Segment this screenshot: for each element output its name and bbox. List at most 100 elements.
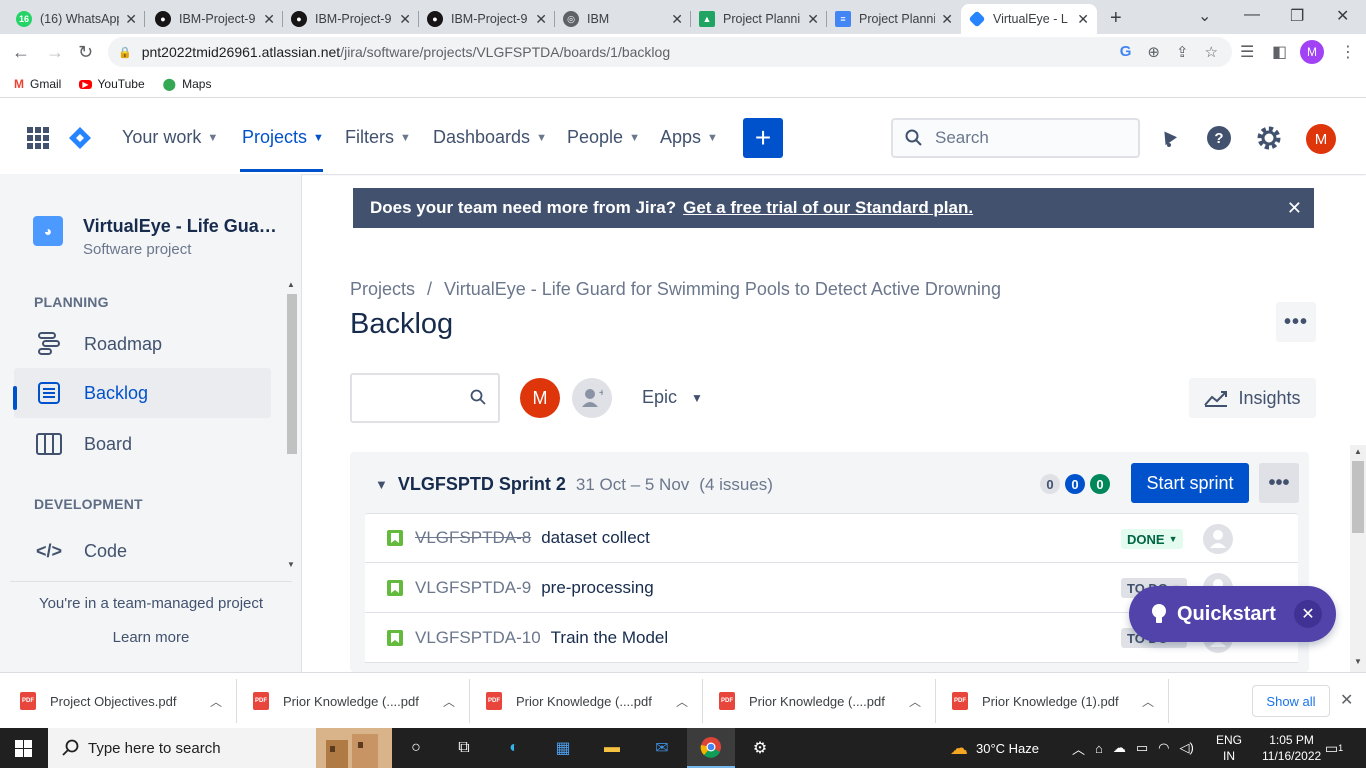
breadcrumb-project[interactable]: VirtualEye - Life Guard for Swimming Poo… [444, 279, 1001, 300]
forward-button[interactable]: → [46, 42, 64, 63]
chevron-up-icon[interactable]: ︿ [443, 693, 455, 710]
download-item[interactable]: PDF Prior Knowledge (....pdf ︿ [253, 673, 469, 729]
close-tab-icon[interactable]: ✕ [125, 11, 137, 28]
browser-tab[interactable]: ● IBM-Project-9 ✕ [147, 4, 283, 34]
cloud-icon[interactable]: ☁ [1113, 740, 1126, 756]
scroll-down-icon[interactable]: ▼ [287, 560, 295, 569]
epic-filter-dropdown[interactable]: Epic ▼ [642, 387, 703, 408]
show-all-downloads-button[interactable]: Show all [1252, 685, 1330, 717]
notifications-center-icon[interactable]: ▭ 1 [1322, 736, 1346, 760]
close-tab-icon[interactable]: ✕ [941, 11, 953, 28]
backlog-search-input[interactable] [350, 373, 500, 423]
learn-more-link[interactable]: Learn more [10, 629, 292, 646]
sprint-header[interactable]: ▼ VLGFSPTD Sprint 2 31 Oct – 5 Nov (4 is… [375, 474, 773, 495]
nav-your-work[interactable]: Your work ▼ [122, 127, 218, 148]
close-banner-icon[interactable]: ✕ [1287, 198, 1302, 219]
scroll-thumb[interactable] [287, 294, 297, 454]
insights-button[interactable]: Insights [1189, 378, 1316, 418]
sidebar-scrollbar[interactable]: ▲ ▼ [285, 278, 299, 574]
bookmark-gmail[interactable]: M Gmail [14, 77, 61, 91]
bookmark-youtube[interactable]: ▶ YouTube [79, 77, 145, 91]
close-tab-icon[interactable]: ✕ [263, 11, 275, 28]
network-icon[interactable]: ⌂ [1095, 741, 1103, 756]
notifications-icon[interactable] [1156, 125, 1182, 151]
back-button[interactable]: ← [12, 42, 30, 63]
create-button[interactable]: + [743, 118, 783, 158]
close-tab-icon[interactable]: ✕ [671, 11, 683, 28]
volume-icon[interactable]: ◁) [1180, 740, 1194, 756]
store-icon[interactable]: ▦ [551, 736, 575, 760]
scroll-down-icon[interactable]: ▼ [1354, 657, 1362, 666]
scroll-up-icon[interactable]: ▲ [1354, 447, 1362, 456]
chevron-up-icon[interactable]: ︿ [1142, 693, 1154, 710]
sidebar-item-board[interactable]: Board [14, 419, 271, 469]
add-people-icon[interactable]: + [572, 378, 612, 418]
chevron-up-icon[interactable]: ︿ [1072, 739, 1085, 758]
nav-dashboards[interactable]: Dashboards ▼ [433, 127, 547, 148]
project-header[interactable]: ◕ VirtualEye - Life Guard... Software pr… [33, 216, 278, 258]
close-quickstart-icon[interactable]: ✕ [1294, 600, 1322, 628]
issue-key[interactable]: VLGFSPTDA-10 [415, 628, 541, 648]
browser-tab[interactable]: ● IBM-Project-9 ✕ [419, 4, 555, 34]
browser-tab[interactable]: ≡ Project Planni ✕ [827, 4, 961, 34]
share-icon[interactable]: ⇪ [1176, 43, 1189, 61]
url-field[interactable]: 🔒 pnt2022tmid26961.atlassian.net/jira/so… [108, 37, 1232, 67]
download-item[interactable]: PDF Prior Knowledge (1).pdf ︿ [952, 673, 1168, 729]
taskbar-search[interactable]: Type here to search [48, 728, 392, 768]
assignee-avatar[interactable] [1203, 524, 1233, 554]
file-explorer-icon[interactable]: ▬ [600, 736, 624, 760]
browser-tab[interactable]: ◎ IBM ✕ [555, 4, 691, 34]
windows-start-icon[interactable] [15, 740, 32, 757]
close-window-button[interactable]: ✕ [1336, 6, 1349, 26]
search-input[interactable] [935, 128, 1115, 148]
google-lens-icon[interactable]: G [1120, 43, 1132, 61]
chevron-down-icon[interactable]: ▼ [375, 477, 388, 492]
wifi-icon[interactable]: ◠ [1158, 740, 1169, 756]
issue-row[interactable]: VLGFSPTDA-8 dataset collect DONE ▼ [365, 513, 1298, 563]
browser-menu-icon[interactable]: ⋮ [1340, 42, 1356, 62]
scroll-up-icon[interactable]: ▲ [287, 280, 295, 289]
sprint-more-button[interactable]: ••• [1259, 463, 1299, 503]
main-scrollbar[interactable]: ▲ ▼ [1350, 445, 1366, 672]
help-icon[interactable]: ? [1206, 125, 1232, 151]
maximize-button[interactable]: ❐ [1290, 6, 1304, 26]
browser-profile-avatar[interactable]: M [1300, 40, 1324, 64]
issue-key[interactable]: VLGFSPTDA-8 [415, 528, 531, 548]
close-tab-icon[interactable]: ✕ [1077, 11, 1089, 28]
reading-list-icon[interactable]: ☰ [1240, 42, 1254, 62]
start-sprint-button[interactable]: Start sprint [1131, 463, 1249, 503]
weather-widget[interactable]: ☁ 30°C Haze [950, 728, 1039, 768]
scroll-thumb[interactable] [1352, 461, 1364, 533]
browser-tab[interactable]: ● IBM-Project-9 ✕ [283, 4, 419, 34]
mail-icon[interactable]: ✉ [650, 736, 674, 760]
edge-icon[interactable]: ◐ [502, 736, 526, 760]
jira-search-field[interactable] [891, 118, 1140, 158]
issue-key[interactable]: VLGFSPTDA-9 [415, 578, 531, 598]
browser-tab[interactable]: ▲ Project Planni ✕ [691, 4, 827, 34]
clock[interactable]: 1:05 PM 11/16/2022 [1262, 732, 1321, 764]
nav-people[interactable]: People ▼ [567, 127, 640, 148]
reload-button[interactable]: ↻ [78, 42, 93, 63]
minimize-button[interactable]: — [1244, 6, 1260, 24]
browser-tab-active[interactable]: VirtualEye - L ✕ [961, 4, 1097, 34]
bookmark-maps[interactable]: ⬤ Maps [163, 77, 212, 91]
new-tab-button[interactable]: + [1110, 7, 1122, 30]
settings-gear-icon[interactable] [1256, 125, 1282, 151]
download-item[interactable]: PDF Prior Knowledge (....pdf ︿ [486, 673, 702, 729]
more-actions-button[interactable]: ••• [1276, 302, 1316, 342]
settings-gear-icon[interactable]: ⚙ [748, 736, 772, 760]
nav-apps[interactable]: Apps ▼ [660, 127, 718, 148]
assignee-filter-avatar[interactable]: M [520, 378, 560, 418]
app-switcher-icon[interactable] [27, 127, 49, 149]
task-view-icon[interactable]: ⧉ [452, 736, 476, 760]
quickstart-button[interactable]: Quickstart ✕ [1129, 586, 1336, 642]
chevron-up-icon[interactable]: ︿ [210, 693, 222, 710]
close-tab-icon[interactable]: ✕ [807, 11, 819, 28]
tab-search-icon[interactable]: ⌄ [1198, 6, 1211, 26]
cortana-icon[interactable]: ○ [404, 736, 428, 760]
close-tab-icon[interactable]: ✕ [399, 11, 411, 28]
download-item[interactable]: PDF Prior Knowledge (....pdf ︿ [719, 673, 935, 729]
chevron-up-icon[interactable]: ︿ [909, 693, 921, 710]
battery-icon[interactable]: ▭ [1136, 740, 1148, 756]
bookmark-star-icon[interactable]: ☆ [1205, 43, 1218, 61]
